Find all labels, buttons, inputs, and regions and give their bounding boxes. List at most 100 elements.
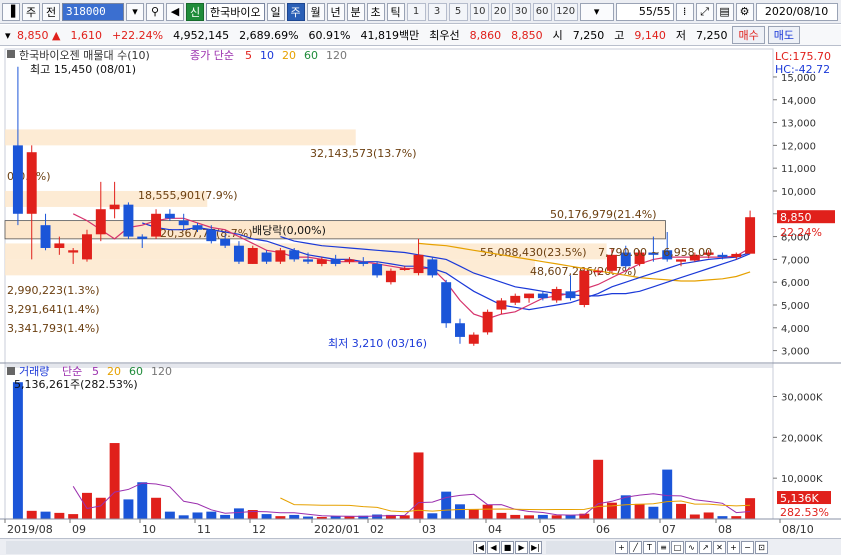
tool-text-icon[interactable]: T bbox=[643, 540, 656, 554]
tool-box-icon[interactable]: □ bbox=[671, 540, 684, 554]
tool-zoom-out-icon[interactable]: − bbox=[741, 540, 754, 554]
menu-icon[interactable]: ▾ bbox=[0, 29, 12, 42]
volume-bar bbox=[413, 452, 424, 519]
stop-button[interactable]: ■ bbox=[501, 540, 514, 554]
interval-10[interactable]: 10 bbox=[469, 2, 489, 21]
volume-bar bbox=[40, 511, 51, 519]
zoom-track[interactable] bbox=[546, 540, 614, 554]
sell-button[interactable]: 매도 bbox=[767, 26, 800, 44]
market-select-2[interactable]: 전 bbox=[42, 2, 60, 21]
interval-dropdown[interactable]: ▾ bbox=[579, 2, 614, 21]
tool-crosshair-icon[interactable]: + bbox=[615, 540, 628, 554]
volume: 4,952,145 bbox=[173, 28, 230, 42]
price-tick-label: 4,000 bbox=[781, 324, 810, 335]
volume-bar bbox=[648, 506, 659, 519]
tool-delete-icon[interactable]: ✕ bbox=[713, 540, 726, 554]
tool-wave-icon[interactable]: ∿ bbox=[685, 540, 698, 554]
volume-bar bbox=[676, 503, 686, 519]
x-tick-label: 2020/01 bbox=[314, 523, 360, 536]
search-icon[interactable]: ⚲ bbox=[146, 2, 164, 21]
best-label: 최우선 bbox=[429, 29, 460, 42]
candle-body bbox=[441, 282, 452, 324]
period-minute[interactable]: 분 bbox=[346, 2, 365, 21]
interval-30[interactable]: 30 bbox=[511, 2, 531, 21]
period-year[interactable]: 년 bbox=[326, 2, 345, 21]
volume-bar bbox=[620, 495, 631, 519]
candle-body bbox=[247, 247, 258, 264]
zoom-icon[interactable]: ⤢ bbox=[695, 2, 714, 21]
period-week[interactable]: 주 bbox=[286, 2, 305, 21]
period-day[interactable]: 일 bbox=[266, 2, 285, 21]
period-month[interactable]: 월 bbox=[306, 2, 325, 21]
volume-bar bbox=[192, 512, 203, 519]
tool-fit-icon[interactable]: ⊡ bbox=[755, 540, 768, 554]
interval-120[interactable]: 120 bbox=[553, 2, 578, 21]
volume-profile-label: 2,990,223(1.3%) bbox=[7, 284, 100, 297]
candle-body bbox=[468, 334, 479, 344]
volume-bar bbox=[634, 503, 645, 519]
candle-body bbox=[344, 259, 355, 262]
period-tick[interactable]: 틱 bbox=[386, 2, 405, 21]
market-select[interactable]: 주 bbox=[22, 2, 40, 21]
ma-period-label: 60 bbox=[304, 49, 318, 62]
high-label: 고 bbox=[614, 29, 625, 42]
candle-body bbox=[95, 209, 106, 235]
interval-20[interactable]: 20 bbox=[490, 2, 510, 21]
tool-zoom-in-icon[interactable]: + bbox=[727, 540, 740, 554]
lc-label: LC:175.70 bbox=[775, 50, 831, 63]
volume-menu-icon bbox=[7, 367, 15, 375]
volume-bar bbox=[606, 502, 617, 519]
ma-period-label: 10 bbox=[260, 49, 274, 62]
grid-icon[interactable]: ⁞ bbox=[675, 2, 694, 21]
volume-bar bbox=[455, 504, 465, 519]
candle-body bbox=[551, 289, 562, 301]
change-percent: +22.24% bbox=[111, 28, 164, 42]
new-listing-badge: 신 bbox=[186, 2, 204, 21]
volume-bar bbox=[427, 513, 438, 519]
scroll-first-button[interactable]: |◀ bbox=[473, 540, 486, 554]
buy-button[interactable]: 매수 bbox=[732, 26, 765, 44]
scroll-next-button[interactable]: ▶ bbox=[515, 540, 528, 554]
tool-arrow-icon[interactable]: ↗ bbox=[699, 540, 712, 554]
scroll-prev-button[interactable]: ◀ bbox=[487, 540, 500, 554]
interval-1[interactable]: 1 bbox=[406, 2, 426, 21]
chart-settings-icon[interactable]: ▤ bbox=[715, 2, 734, 21]
x-tick-label: 2019/08 bbox=[7, 523, 53, 536]
volume-bar bbox=[468, 509, 479, 519]
stock-chart[interactable]: 15,00014,00013,00012,00011,00010,0009,00… bbox=[0, 47, 841, 538]
x-tick-label: 09 bbox=[72, 523, 86, 536]
chart-scrollbar[interactable]: |◀ ◀ ■ ▶ ▶| + ╱ T ≡ □ ∿ ↗ ✕ + − ⊡ bbox=[0, 538, 841, 555]
tool-line-icon[interactable]: ╱ bbox=[629, 540, 642, 554]
date-field[interactable]: 2020/08/10 bbox=[755, 2, 838, 21]
candle-body bbox=[206, 229, 217, 242]
volume-profile-label: 3,341,793(1.4%) bbox=[7, 322, 100, 335]
scroll-track[interactable] bbox=[6, 540, 472, 554]
candle-body bbox=[717, 254, 728, 258]
price-tag: 8,850 bbox=[780, 211, 812, 224]
gear-icon[interactable]: ⚙ bbox=[735, 2, 754, 21]
volume-ma-label: 단순 bbox=[62, 365, 82, 378]
price-tick-label: 14,000 bbox=[781, 96, 816, 107]
candle-body bbox=[510, 295, 521, 303]
x-tick-label: 03 bbox=[422, 523, 436, 536]
candle-body bbox=[372, 263, 383, 276]
period-second[interactable]: 초 bbox=[366, 2, 385, 21]
interval-5[interactable]: 5 bbox=[448, 2, 468, 21]
open-price: 7,250 bbox=[572, 28, 605, 42]
quote-bar: ▾ 8,850 ▲ 1,610 +22.24% 4,952,145 2,689.… bbox=[0, 25, 841, 46]
candle-body bbox=[524, 293, 535, 299]
candle-body bbox=[745, 217, 756, 254]
stock-code-input[interactable] bbox=[62, 2, 124, 21]
speaker-icon[interactable]: ◀ bbox=[166, 2, 184, 21]
ma-label: 종가 단순 bbox=[190, 49, 234, 62]
dropdown-icon[interactable]: ▾ bbox=[126, 2, 144, 21]
interval-60[interactable]: 60 bbox=[532, 2, 552, 21]
tool-fib-icon[interactable]: ≡ bbox=[657, 540, 670, 554]
chart-type-icon[interactable]: ▐ bbox=[2, 2, 20, 21]
chart-area[interactable]: 15,00014,00013,00012,00011,00010,0009,00… bbox=[0, 47, 841, 555]
volume-bar bbox=[745, 498, 756, 519]
ma-period-label: 120 bbox=[326, 49, 347, 62]
interval-3[interactable]: 3 bbox=[427, 2, 447, 21]
scroll-last-button[interactable]: ▶| bbox=[529, 540, 542, 554]
ex-dividend-note: 배당락(0,00%) bbox=[252, 224, 326, 237]
